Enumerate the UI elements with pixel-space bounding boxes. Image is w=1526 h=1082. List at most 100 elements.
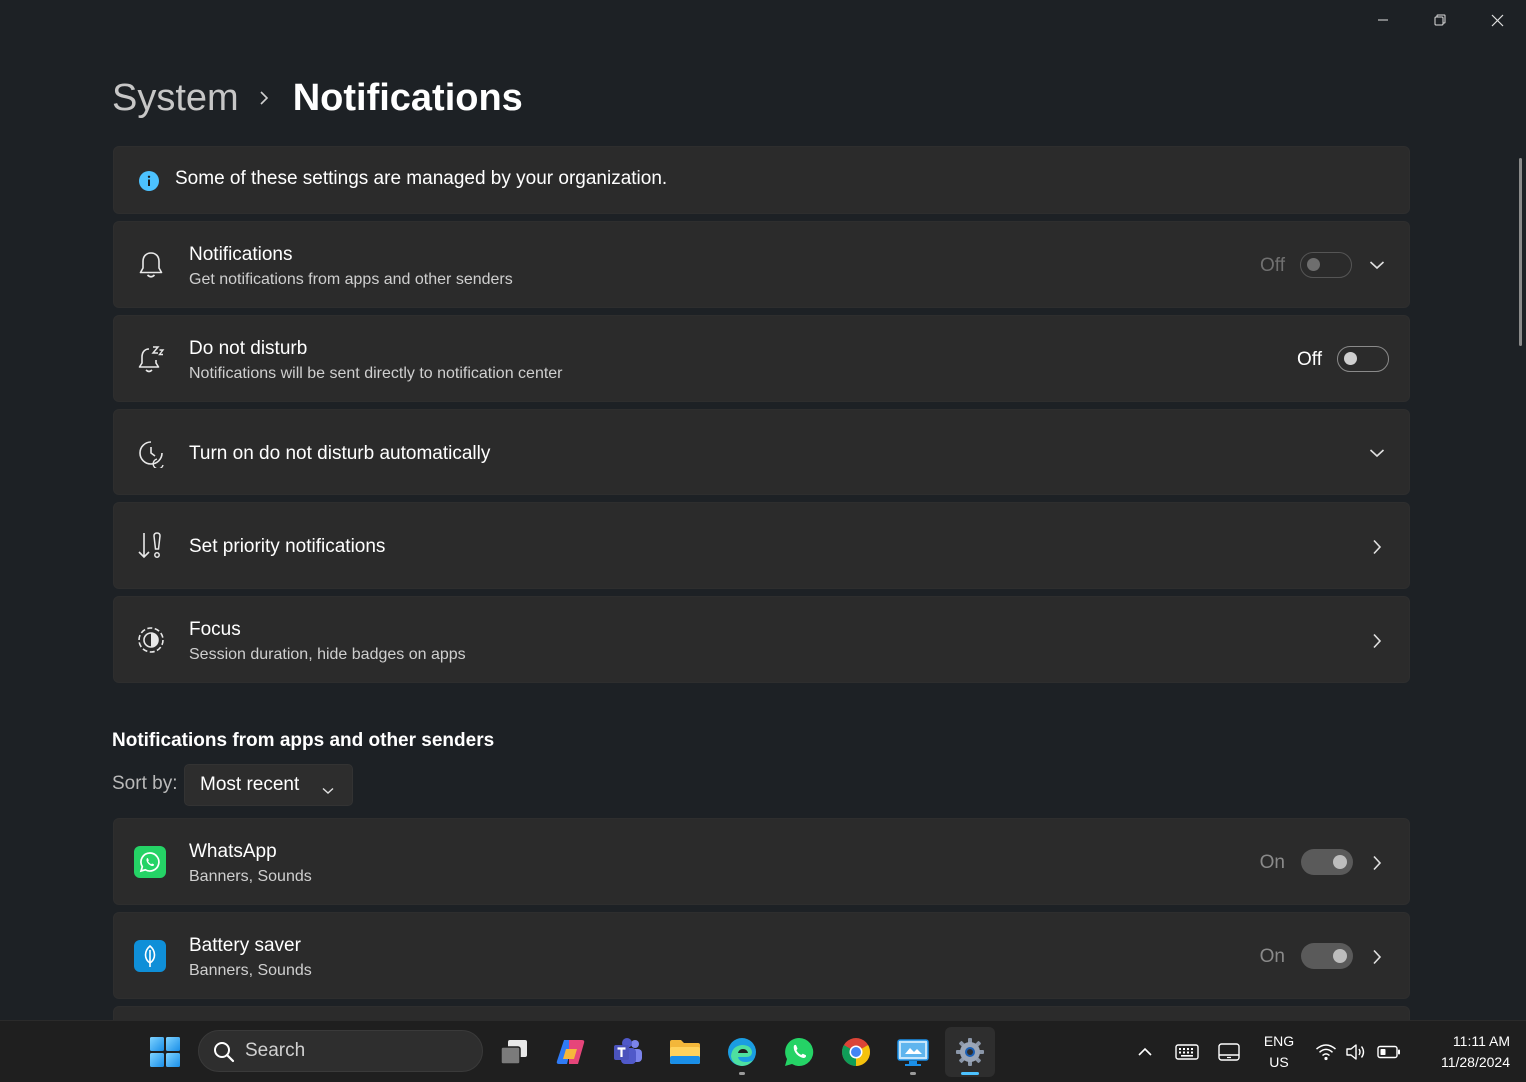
copilot-button[interactable] xyxy=(546,1027,596,1077)
whatsapp-icon xyxy=(134,846,166,878)
chevron-up-icon xyxy=(1138,1047,1152,1056)
dnd-setting[interactable]: Do not disturb Notifications will be sen… xyxy=(113,315,1410,402)
chevron-right-icon[interactable] xyxy=(1367,853,1387,873)
show-hidden-icons-button[interactable] xyxy=(1132,1021,1158,1082)
edge-icon xyxy=(728,1038,756,1066)
running-indicator xyxy=(739,1072,745,1075)
whatsapp-taskbar-button[interactable] xyxy=(774,1027,824,1077)
network-button[interactable] xyxy=(1312,1021,1340,1082)
bell-icon xyxy=(136,250,166,280)
clock-date: 11/28/2024 xyxy=(1440,1054,1510,1070)
running-indicator xyxy=(910,1072,916,1075)
edge-button[interactable] xyxy=(717,1027,767,1077)
chevron-right-icon[interactable] xyxy=(1367,537,1387,557)
sort-value: Most recent xyxy=(200,774,300,795)
dnd-state: Off xyxy=(1297,349,1322,370)
clock-time: 11:11 AM xyxy=(1452,1033,1510,1049)
windows-icon xyxy=(150,1037,180,1067)
whatsapp-icon xyxy=(785,1037,814,1066)
touch-keyboard-button[interactable] xyxy=(1172,1021,1202,1082)
remote-desktop-button[interactable] xyxy=(888,1027,938,1077)
settings-taskbar-button[interactable] xyxy=(945,1027,995,1077)
focus-setting[interactable]: Focus Session duration, hide badges on a… xyxy=(113,596,1410,683)
search-icon xyxy=(213,1041,235,1069)
dnd-subtitle: Notifications will be sent directly to n… xyxy=(189,365,563,382)
dnd-auto-setting[interactable]: Turn on do not disturb automatically xyxy=(113,409,1410,495)
chevron-right-icon xyxy=(259,90,269,106)
app-name: WhatsApp xyxy=(189,841,277,862)
settings-window: System Notifications Some of these setti… xyxy=(0,0,1526,1020)
restore-icon xyxy=(1434,14,1446,26)
notifications-title: Notifications xyxy=(189,244,293,265)
copilot-icon xyxy=(556,1040,585,1064)
app-state: On xyxy=(1259,852,1285,873)
breadcrumb-system[interactable]: System xyxy=(112,77,239,120)
taskbar-search[interactable]: Search xyxy=(198,1030,483,1072)
battery-saver-toggle[interactable] xyxy=(1301,943,1353,969)
sort-label: Sort by: xyxy=(112,773,178,794)
close-button[interactable] xyxy=(1469,0,1525,40)
notifications-toggle[interactable] xyxy=(1300,252,1352,278)
app-subtitle: Banners, Sounds xyxy=(189,962,312,979)
remote-desktop-icon xyxy=(897,1039,929,1066)
battery-button[interactable] xyxy=(1374,1021,1404,1082)
info-icon xyxy=(134,166,164,196)
file-explorer-button[interactable] xyxy=(660,1027,710,1077)
volume-icon xyxy=(1346,1044,1365,1060)
app-row-battery-saver[interactable]: Battery saver Banners, Sounds On xyxy=(113,912,1410,999)
chevron-right-icon[interactable] xyxy=(1367,631,1387,651)
chevron-right-icon[interactable] xyxy=(1367,947,1387,967)
page-title: Notifications xyxy=(292,76,523,119)
priority-setting[interactable]: Set priority notifications xyxy=(113,502,1410,589)
gear-icon xyxy=(956,1038,984,1066)
language-code: ENG xyxy=(1263,1033,1295,1049)
input-language-indicator[interactable]: ENG US xyxy=(1258,1031,1300,1073)
app-state: On xyxy=(1259,946,1285,967)
app-row-whatsapp[interactable]: WhatsApp Banners, Sounds On xyxy=(113,818,1410,905)
task-view-button[interactable] xyxy=(489,1027,539,1077)
dnd-toggle[interactable] xyxy=(1337,346,1389,372)
task-view-icon xyxy=(500,1040,527,1065)
app-name: Battery saver xyxy=(189,935,301,956)
sort-dropdown[interactable]: Most recent xyxy=(184,764,353,806)
focus-icon xyxy=(136,625,166,655)
org-managed-text: Some of these settings are managed by yo… xyxy=(175,168,668,189)
tablet-mode-button[interactable] xyxy=(1214,1021,1244,1082)
keyboard-icon xyxy=(1175,1044,1199,1060)
tablet-icon xyxy=(1218,1043,1240,1061)
chrome-icon xyxy=(842,1038,870,1066)
dnd-auto-title: Turn on do not disturb automatically xyxy=(189,443,491,464)
notifications-state: Off xyxy=(1260,255,1285,276)
minimize-button[interactable] xyxy=(1355,0,1411,40)
whatsapp-toggle[interactable] xyxy=(1301,849,1353,875)
app-row-partial[interactable] xyxy=(113,1006,1410,1020)
apps-section-title: Notifications from apps and other sender… xyxy=(112,730,495,751)
breadcrumb: System Notifications xyxy=(112,74,523,122)
chrome-button[interactable] xyxy=(831,1027,881,1077)
clock-icon xyxy=(136,438,166,468)
teams-button[interactable] xyxy=(603,1027,653,1077)
notifications-subtitle: Get notifications from apps and other se… xyxy=(189,271,513,288)
battery-saver-icon xyxy=(134,940,166,972)
teams-icon xyxy=(614,1038,642,1064)
wifi-icon xyxy=(1316,1044,1336,1061)
region-code: US xyxy=(1269,1054,1289,1070)
app-subtitle: Banners, Sounds xyxy=(189,868,312,885)
focus-subtitle: Session duration, hide badges on apps xyxy=(189,646,466,663)
taskbar-clock[interactable]: 11:11 AM 11/28/2024 xyxy=(1410,1031,1510,1073)
chevron-down-icon xyxy=(322,779,334,801)
volume-button[interactable] xyxy=(1342,1021,1370,1082)
notifications-setting[interactable]: Notifications Get notifications from app… xyxy=(113,221,1410,308)
chevron-down-icon[interactable] xyxy=(1367,255,1387,275)
priority-title: Set priority notifications xyxy=(189,536,386,557)
taskbar: Search ENG US 11:11 AM 11/28/2024 xyxy=(0,1020,1526,1082)
scrollbar-thumb[interactable] xyxy=(1519,158,1522,346)
restore-button[interactable] xyxy=(1412,0,1468,40)
minimize-icon xyxy=(1378,19,1388,21)
folder-icon xyxy=(670,1040,700,1064)
bell-snooze-icon xyxy=(136,344,166,374)
org-managed-banner: Some of these settings are managed by yo… xyxy=(113,146,1410,214)
start-button[interactable] xyxy=(140,1027,190,1077)
chevron-down-icon[interactable] xyxy=(1367,443,1387,463)
dnd-title: Do not disturb xyxy=(189,338,308,359)
